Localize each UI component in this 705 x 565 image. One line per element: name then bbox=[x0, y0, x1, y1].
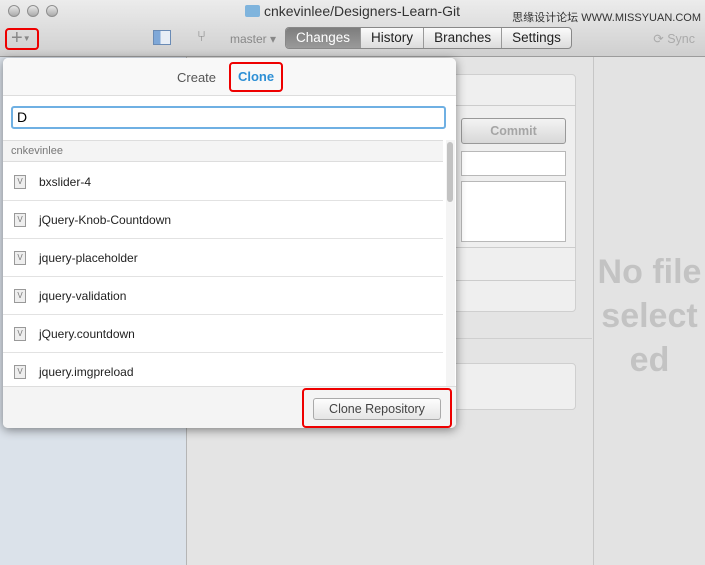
add-repository-button[interactable]: +▼ bbox=[5, 28, 39, 50]
repo-name: jQuery.countdown bbox=[39, 326, 135, 341]
tab-clone[interactable]: Clone bbox=[229, 62, 283, 92]
list-item[interactable]: VjQuery.countdown bbox=[3, 315, 443, 353]
popover-footer: Clone Repository bbox=[3, 386, 456, 428]
repository-icon: V bbox=[14, 288, 26, 303]
list-item[interactable]: Vjquery-placeholder bbox=[3, 239, 443, 277]
folder-icon bbox=[244, 5, 260, 17]
commit-summary-input[interactable] bbox=[461, 151, 566, 176]
plus-icon: + bbox=[11, 27, 23, 49]
tab-branches[interactable]: Branches bbox=[423, 28, 501, 48]
repository-icon: V bbox=[14, 326, 26, 341]
clone-repository-button[interactable]: Clone Repository bbox=[313, 398, 441, 420]
repository-icon: V bbox=[14, 212, 26, 227]
tab-settings[interactable]: Settings bbox=[501, 28, 571, 48]
repo-name: jquery.imgpreload bbox=[39, 364, 134, 379]
repo-name: jQuery-Knob-Countdown bbox=[39, 212, 172, 227]
commit-button[interactable]: Commit bbox=[461, 118, 566, 144]
repo-name: jquery-validation bbox=[39, 288, 127, 303]
list-item[interactable]: VjQuery-Knob-Countdown bbox=[3, 201, 443, 239]
list-item[interactable]: Vbxslider-4 bbox=[3, 163, 443, 201]
tab-create[interactable]: Create bbox=[177, 70, 216, 85]
repository-icon: V bbox=[14, 364, 26, 379]
commit-description-input[interactable] bbox=[461, 181, 566, 242]
divider bbox=[440, 280, 576, 281]
scrollbar-thumb[interactable] bbox=[447, 142, 453, 202]
window-title-text: cnkevinlee/Designers-Learn-Git bbox=[263, 3, 461, 19]
divider bbox=[440, 247, 576, 248]
chevron-down-icon: ▼ bbox=[22, 34, 31, 43]
tab-changes[interactable]: Changes bbox=[286, 28, 361, 48]
tab-history[interactable]: History bbox=[360, 28, 423, 48]
repository-filter-input[interactable]: D bbox=[11, 106, 446, 129]
repository-icon: V bbox=[14, 174, 26, 189]
sidebar-toggle-icon[interactable] bbox=[153, 30, 171, 45]
repository-list: Vbxslider-4 VjQuery-Knob-Countdown Vjque… bbox=[3, 163, 443, 386]
popover-tabs: Create Clone bbox=[3, 58, 456, 96]
add-repository-popover: Create Clone D cnkevinlee Vbxslider-4 Vj… bbox=[3, 58, 456, 428]
sync-button[interactable]: ⟳ Sync bbox=[653, 31, 695, 46]
clone-button-highlight: Clone Repository bbox=[302, 388, 452, 428]
branch-selector[interactable]: master ▾ bbox=[230, 32, 276, 46]
empty-state-text: No file selected bbox=[597, 253, 702, 379]
view-tabs: Changes History Branches Settings bbox=[285, 27, 572, 49]
divider bbox=[440, 105, 576, 106]
list-item[interactable]: Vjquery.imgpreload bbox=[3, 353, 443, 386]
diff-panel: No file selected bbox=[594, 57, 705, 565]
list-item[interactable]: Vjquery-validation bbox=[3, 277, 443, 315]
file-list-card bbox=[440, 363, 576, 410]
watermark: 思缘设计论坛 WWW.MISSYUAN.COM bbox=[512, 12, 701, 24]
repo-name: jquery-placeholder bbox=[39, 250, 138, 265]
account-section-header: cnkevinlee bbox=[3, 140, 443, 162]
title-bar: cnkevinlee/Designers-Learn-Git 思缘设计论坛 WW… bbox=[0, 0, 705, 57]
repo-name: bxslider-4 bbox=[39, 174, 92, 189]
new-branch-icon[interactable]: ⑂ bbox=[197, 28, 206, 45]
repository-icon: V bbox=[14, 250, 26, 265]
